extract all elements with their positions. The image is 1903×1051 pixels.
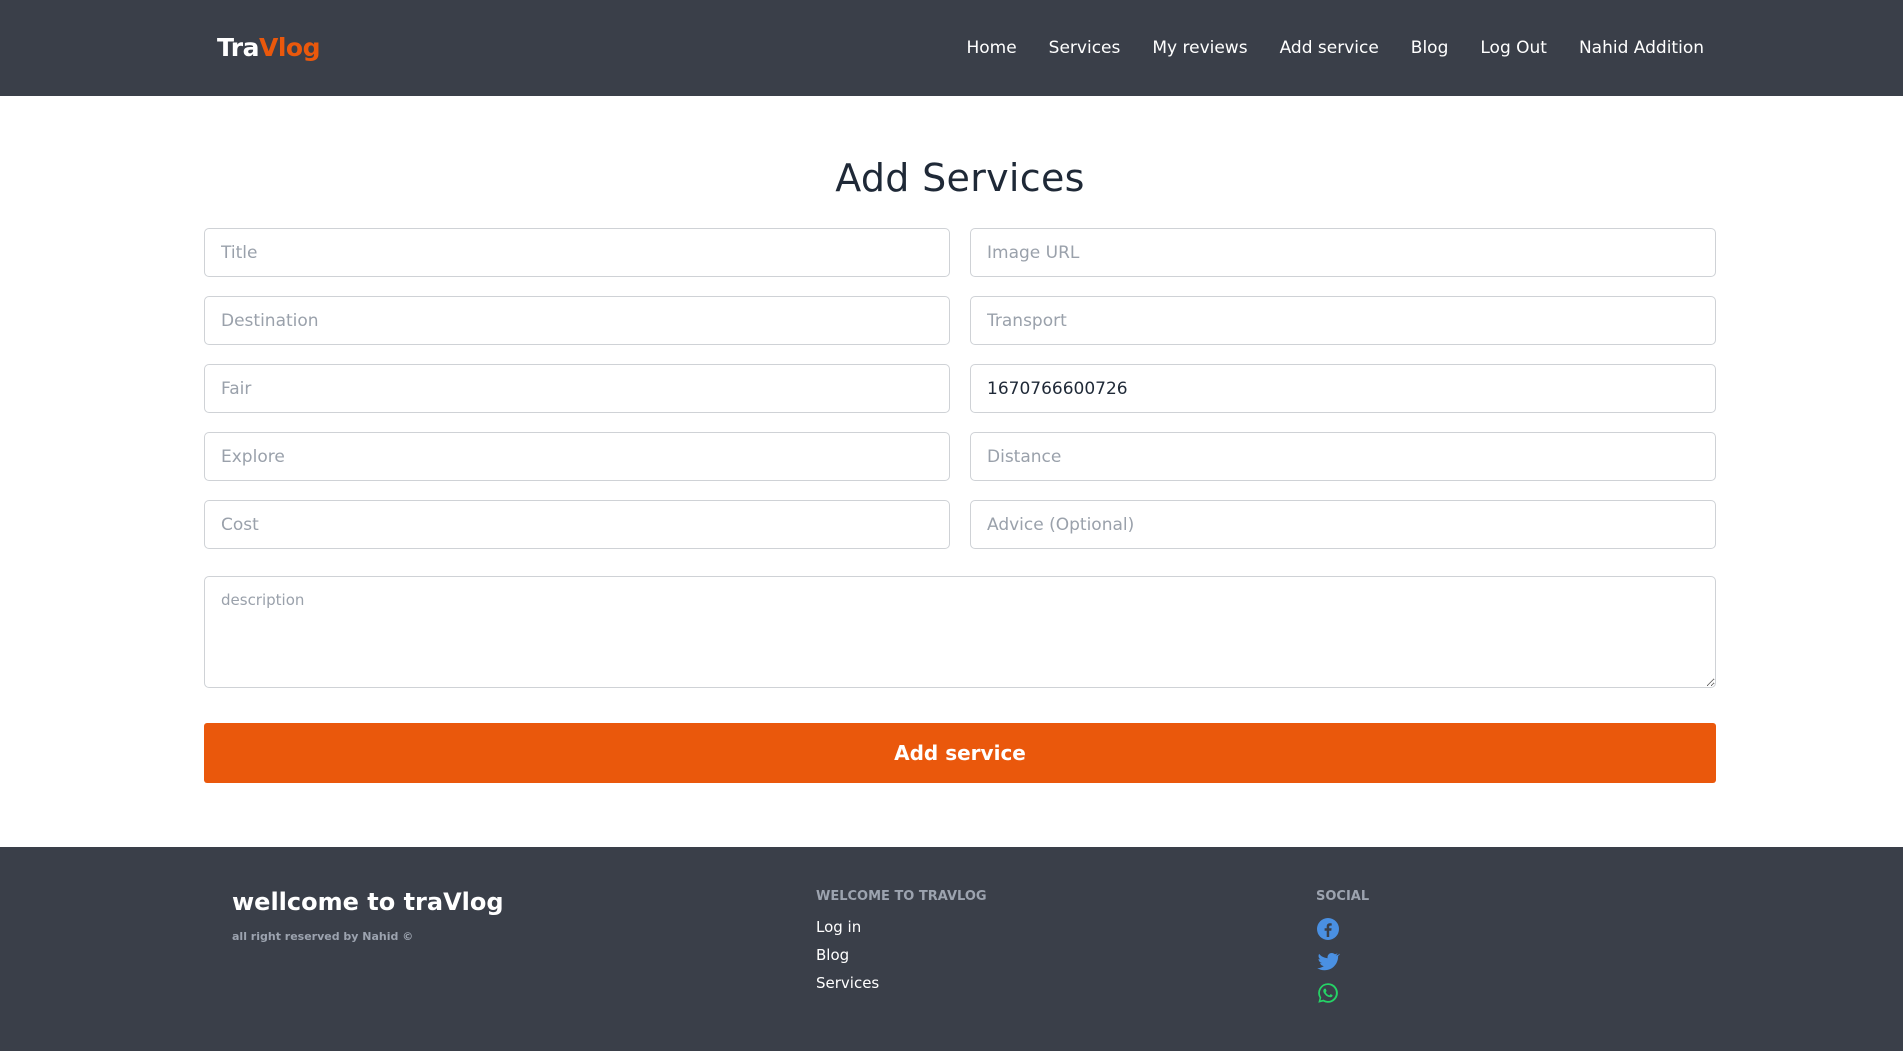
nav-link-home[interactable]: Home	[966, 36, 1016, 60]
advice-input[interactable]	[970, 500, 1716, 549]
nav-link-log-out[interactable]: Log Out	[1480, 36, 1547, 60]
fair-input[interactable]	[204, 364, 950, 413]
facebook-icon[interactable]	[1316, 917, 1340, 941]
twitter-icon[interactable]	[1316, 949, 1340, 973]
brand-logo-part2: Vlog	[259, 33, 321, 62]
image-url-input[interactable]	[970, 228, 1716, 277]
footer-brand: wellcome to traVlog	[232, 888, 504, 916]
footer: wellcome to traVlog all right reserved b…	[0, 847, 1903, 1051]
nav-link-my-reviews[interactable]: My reviews	[1152, 36, 1247, 60]
cost-input[interactable]	[204, 500, 950, 549]
footer-link-services[interactable]: Services	[816, 973, 987, 993]
page-title: Add Services	[835, 156, 1085, 200]
nav-link-add-service[interactable]: Add service	[1280, 36, 1379, 60]
footer-link-blog[interactable]: Blog	[816, 945, 987, 965]
footer-links-heading: Welcome to travlog	[816, 889, 987, 904]
title-input[interactable]	[204, 228, 950, 277]
navbar: TraVlog Home Services My reviews Add ser…	[0, 0, 1903, 96]
nav-link-services[interactable]: Services	[1049, 36, 1121, 60]
add-service-button[interactable]: Add service	[204, 723, 1716, 783]
footer-social-section: Social	[1316, 889, 1369, 1013]
footer-link-log-in[interactable]: Log in	[816, 917, 987, 937]
distance-input[interactable]	[970, 432, 1716, 481]
footer-social-heading: Social	[1316, 889, 1370, 904]
transport-input[interactable]	[970, 296, 1716, 345]
whatsapp-icon[interactable]	[1316, 981, 1340, 1005]
description-textarea[interactable]	[204, 576, 1716, 688]
footer-copyright: all right reserved by Nahid ©	[232, 930, 414, 943]
nav-link-user-name[interactable]: Nahid Addition	[1579, 36, 1704, 60]
nav-menu: Home Services My reviews Add service Blo…	[966, 36, 1704, 60]
brand-logo[interactable]: TraVlog	[217, 32, 321, 64]
destination-input[interactable]	[204, 296, 950, 345]
time-input[interactable]	[970, 364, 1716, 413]
nav-link-blog[interactable]: Blog	[1411, 36, 1449, 60]
footer-links-section: Welcome to travlog Log in Blog Services	[816, 889, 987, 1001]
brand-logo-part1: Tra	[217, 33, 260, 62]
explore-input[interactable]	[204, 432, 950, 481]
